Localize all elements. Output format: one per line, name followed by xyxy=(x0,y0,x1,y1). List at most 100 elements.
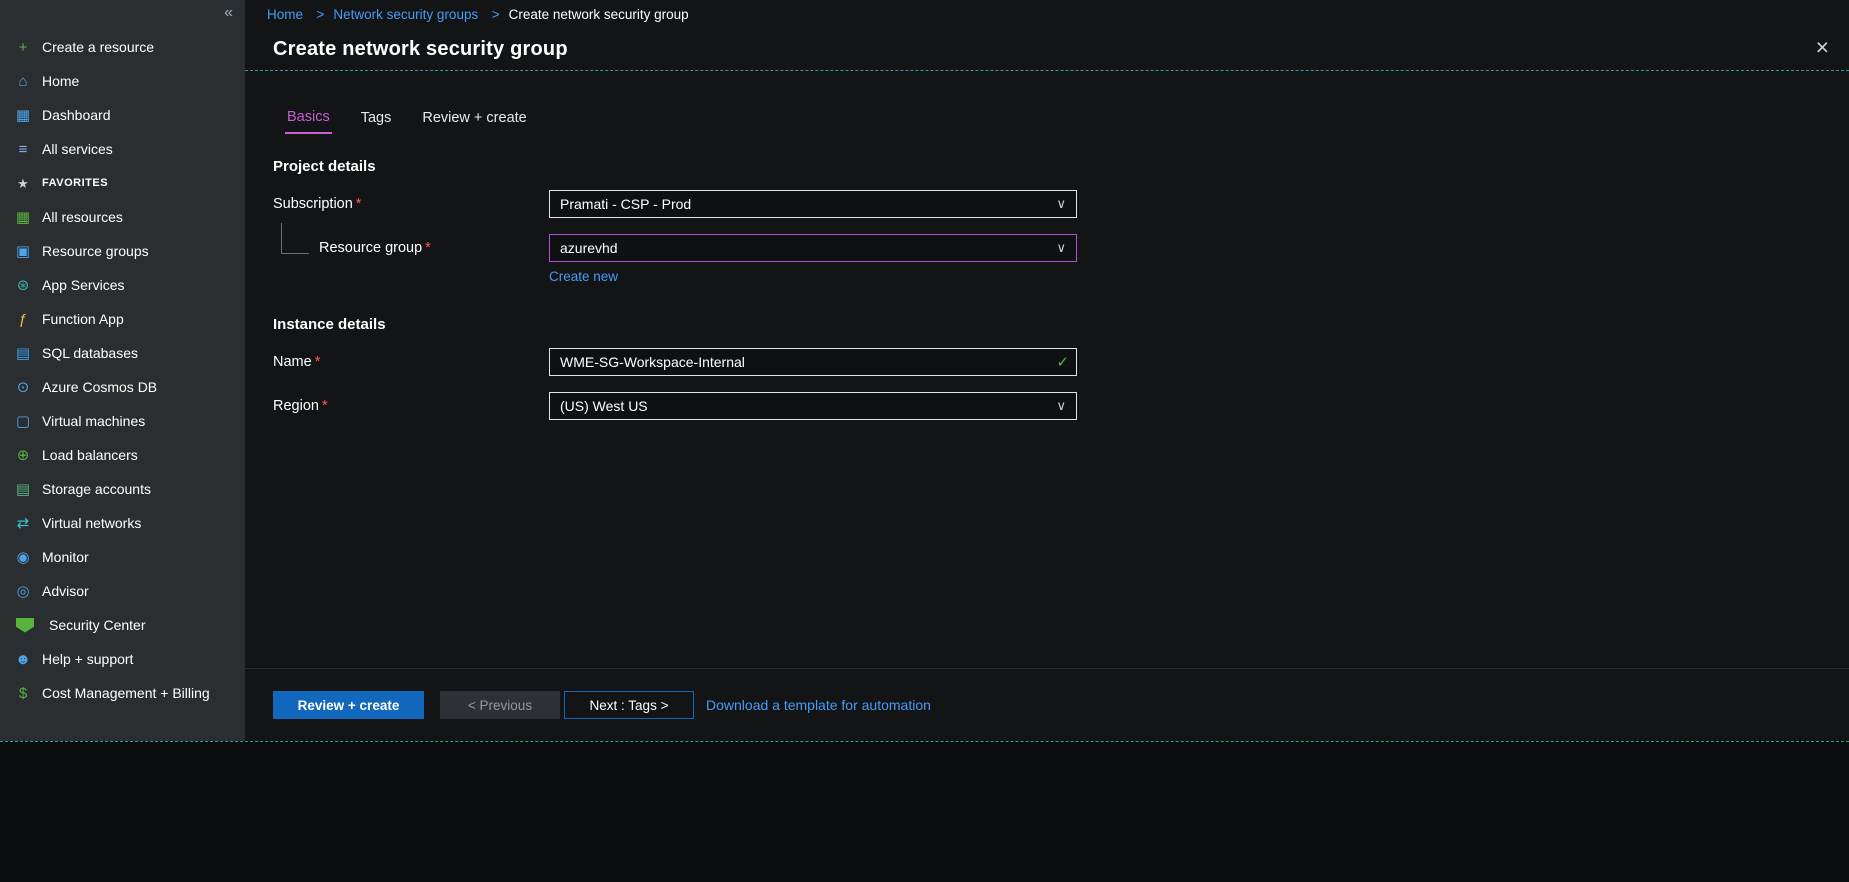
sidebar-item-all-services[interactable]: ≡ All services xyxy=(0,132,245,166)
tab-basics[interactable]: Basics xyxy=(285,109,332,134)
sidebar-item-label: SQL databases xyxy=(42,345,138,361)
wizard-footer: Review + create < Previous Next : Tags >… xyxy=(245,668,1849,741)
chevron-down-icon: ∨ xyxy=(1056,196,1066,212)
sidebar-item-function-app[interactable]: ƒ Function App xyxy=(0,302,245,336)
monitor-icon: ◉ xyxy=(14,550,32,565)
region-value: (US) West US xyxy=(560,398,648,414)
sidebar-item-virtual-networks[interactable]: ⇄Virtual networks xyxy=(0,506,245,540)
sidebar-item-home[interactable]: ⌂ Home xyxy=(0,64,245,98)
required-asterisk: * xyxy=(425,240,431,256)
sidebar-item-label: Advisor xyxy=(42,583,89,599)
tree-connector xyxy=(281,223,309,254)
sidebar-item-label: Function App xyxy=(42,311,124,327)
sidebar-item-label: Storage accounts xyxy=(42,481,151,497)
sidebar-nav: + Create a resource ⌂ Home ▦ Dashboard ≡ All se… xyxy=(0,0,245,710)
previous-button[interactable]: < Previous xyxy=(440,691,560,719)
section-instance-details: Instance details xyxy=(273,316,1849,333)
sidebar-item-advisor[interactable]: ◎ Advisor xyxy=(0,574,245,608)
sidebar-item-sql-databases[interactable]: ▤SQL databases xyxy=(0,336,245,370)
home-icon: ⌂ xyxy=(14,74,32,89)
sidebar-item-label: Help + support xyxy=(42,651,133,667)
help-person-icon: ☻ xyxy=(14,652,32,667)
sidebar-item-label: Home xyxy=(42,73,79,89)
plus-icon: + xyxy=(14,40,32,55)
sidebar-item-label: Load balancers xyxy=(42,447,138,463)
subscription-value: Pramati - CSP - Prod xyxy=(560,196,691,212)
sidebar-item-all-resources[interactable]: ▦All resources xyxy=(0,200,245,234)
sidebar-item-label: Resource groups xyxy=(42,243,149,259)
next-tags-button[interactable]: Next : Tags > xyxy=(564,691,694,719)
sidebar-item-create-a-resource[interactable]: + Create a resource xyxy=(0,30,245,64)
sidebar-item-resource-groups[interactable]: ▣ Resource groups xyxy=(0,234,245,268)
sidebar-item-help-support[interactable]: ☻ Help + support xyxy=(0,642,245,676)
sidebar-item-app-services[interactable]: ⊛ App Services xyxy=(0,268,245,302)
sidebar-item-label: Virtual machines xyxy=(42,413,145,429)
breadcrumb-home[interactable]: Home xyxy=(267,7,303,22)
sidebar-item-azure-cosmos-db[interactable]: ⊙ Azure Cosmos DB xyxy=(0,370,245,404)
subscription-label-cell: Subscription* xyxy=(273,196,549,212)
region-row: Region* (US) West US ∨ xyxy=(273,392,1849,420)
breadcrumb-separator: > xyxy=(487,7,499,22)
sidebar-item-monitor[interactable]: ◉ Monitor xyxy=(0,540,245,574)
tab-tags[interactable]: Tags xyxy=(359,109,394,134)
sidebar-item-label: Create a resource xyxy=(42,39,154,55)
page-title: Create network security group xyxy=(273,38,568,61)
region-label: Region xyxy=(273,398,319,414)
sidebar-item-label: Cost Management + Billing xyxy=(42,685,210,701)
tab-review-create[interactable]: Review + create xyxy=(420,109,528,134)
chevron-down-icon: ∨ xyxy=(1056,240,1066,256)
list-icon: ≡ xyxy=(14,142,32,157)
create-nsg-panel: Basics Tags Review + create Project detail… xyxy=(245,71,1849,741)
sidebar-item-label: FAVORITES xyxy=(42,177,108,189)
required-asterisk: * xyxy=(315,354,321,370)
resource-group-value: azurevhd xyxy=(560,240,618,256)
review-create-button[interactable]: Review + create xyxy=(273,691,424,719)
section-project-details: Project details xyxy=(273,158,1849,175)
billing-icon: $ xyxy=(14,686,32,701)
subscription-dropdown[interactable]: Pramati - CSP - Prod ∨ xyxy=(549,190,1077,218)
advisor-icon: ◎ xyxy=(14,584,32,599)
breadcrumb-separator: > xyxy=(312,7,324,22)
sidebar-item-storage-accounts[interactable]: ▤ Storage accounts xyxy=(0,472,245,506)
required-asterisk: * xyxy=(322,398,328,414)
download-template-link[interactable]: Download a template for automation xyxy=(706,697,931,713)
sidebar-item-cost-management-billing[interactable]: $ Cost Management + Billing xyxy=(0,676,245,710)
sidebar-item-label: Security Center xyxy=(49,617,145,633)
sidebar-item-label: All services xyxy=(42,141,113,157)
resource-group-dropdown[interactable]: azurevhd ∨ xyxy=(549,234,1077,262)
sidebar-item-load-balancers[interactable]: ⊕ Load balancers xyxy=(0,438,245,472)
close-icon[interactable]: × xyxy=(1816,36,1829,59)
sidebar-item-label: App Services xyxy=(42,277,124,293)
subscription-row: Subscription* Pramati - CSP - Prod ∨ xyxy=(273,190,1849,218)
resource-group-row: Resource group* azurevhd ∨ xyxy=(273,234,1849,262)
name-row: Name* ✓ xyxy=(273,348,1849,376)
network-icon: ⇄ xyxy=(14,516,32,531)
sidebar-item-virtual-machines[interactable]: ▢Virtual machines xyxy=(0,404,245,438)
region-dropdown[interactable]: (US) West US ∨ xyxy=(549,392,1077,420)
chevron-down-icon: ∨ xyxy=(1056,398,1066,414)
breadcrumb-network-security-groups[interactable]: Network security groups xyxy=(333,7,478,22)
lightning-icon: ƒ xyxy=(14,312,32,327)
globe-icon: ⊛ xyxy=(14,278,32,293)
sidebar-item-security-center[interactable]: Security Center xyxy=(0,608,245,642)
sidebar-collapse-icon[interactable]: « xyxy=(224,4,233,22)
tab-bar: Basics Tags Review + create xyxy=(285,109,1849,134)
storage-icon: ▤ xyxy=(14,482,32,497)
sidebar-item-favorites: ★FAVORITES xyxy=(0,166,245,200)
cube-icon: ▣ xyxy=(14,244,32,259)
sidebar-item-dashboard[interactable]: ▦ Dashboard xyxy=(0,98,245,132)
load-balancer-icon: ⊕ xyxy=(14,448,32,463)
create-new-link[interactable]: Create new xyxy=(549,269,618,284)
resource-group-label-cell: Resource group* xyxy=(273,240,549,256)
breadcrumb: Home>Network security groups>Create netw… xyxy=(245,0,1849,28)
sidebar-item-label: Azure Cosmos DB xyxy=(42,379,157,395)
name-label: Name xyxy=(273,354,312,370)
create-new-row: Create new xyxy=(273,268,1849,286)
dashboard-icon: ▦ xyxy=(14,108,32,123)
planet-icon: ⊙ xyxy=(14,380,32,395)
required-asterisk: * xyxy=(356,196,362,212)
name-input[interactable] xyxy=(549,348,1077,376)
sidebar-item-label: Monitor xyxy=(42,549,89,565)
shield-icon xyxy=(16,618,34,633)
sidebar-item-label: Dashboard xyxy=(42,107,111,123)
